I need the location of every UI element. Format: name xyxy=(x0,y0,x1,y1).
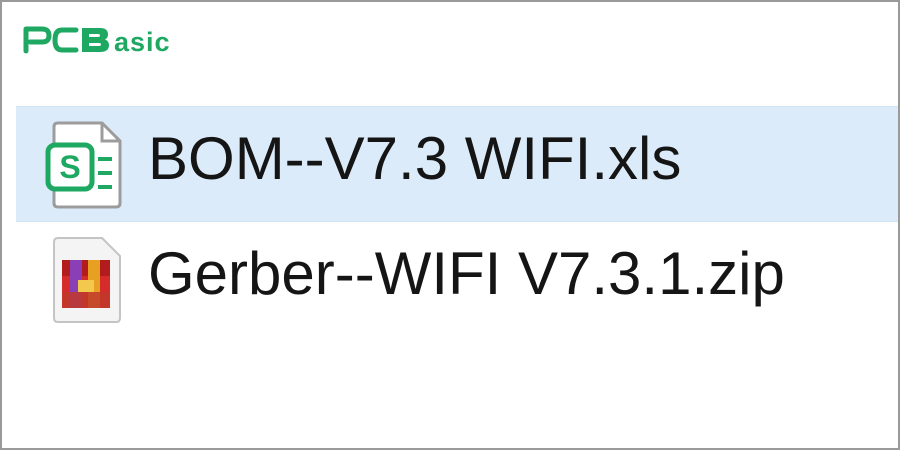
brand-logo: asic xyxy=(22,24,204,59)
window-frame: asic S BOM--V7.3 WIFI.xls Gerber--WIFI V… xyxy=(0,0,900,450)
file-name: BOM--V7.3 WIFI.xls xyxy=(148,125,682,192)
file-row-bom[interactable]: S BOM--V7.3 WIFI.xls xyxy=(16,106,898,222)
archive-icon xyxy=(44,234,128,326)
pcbasic-logo-icon: asic xyxy=(23,26,171,57)
file-name: Gerber--WIFI V7.3.1.zip xyxy=(148,240,785,307)
svg-text:asic: asic xyxy=(114,27,171,54)
spreadsheet-icon: S xyxy=(44,119,128,211)
file-list: S BOM--V7.3 WIFI.xls Gerber--WIFI V7.3.1… xyxy=(16,106,898,338)
spreadsheet-icon-letter: S xyxy=(59,149,80,185)
file-row-gerber[interactable]: Gerber--WIFI V7.3.1.zip xyxy=(16,222,898,338)
